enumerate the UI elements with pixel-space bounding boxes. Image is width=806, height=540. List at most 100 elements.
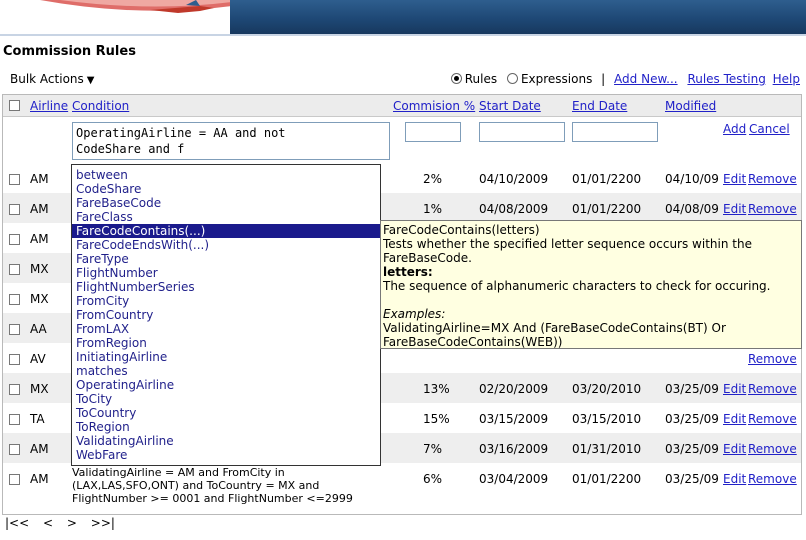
col-start-date[interactable]: Start Date	[479, 99, 541, 113]
remove-link[interactable]: Remove	[748, 412, 797, 426]
autocomplete-option[interactable]: ToRegion	[72, 420, 380, 434]
remove-link[interactable]: Remove	[748, 382, 797, 396]
autocomplete-option[interactable]: ValidatingAirline	[72, 434, 380, 448]
autocomplete-option[interactable]: FromLAX	[72, 322, 380, 336]
autocomplete-option[interactable]: FromCountry	[72, 308, 380, 322]
autocomplete-option[interactable]: FromRegion	[72, 336, 380, 350]
page-title: Commission Rules	[3, 44, 136, 59]
col-end-date[interactable]: End Date	[572, 99, 627, 113]
toolbar-right: Rules Expressions | Add New... Rules Tes…	[450, 72, 800, 86]
header-divider	[0, 34, 806, 36]
end-date-cell: 03/15/2010	[572, 412, 642, 426]
radio-expressions[interactable]	[506, 73, 518, 84]
airline-cell: AM	[30, 172, 49, 186]
cancel-button[interactable]: Cancel	[749, 122, 790, 136]
airline-cell: MX	[30, 382, 49, 396]
remove-link[interactable]: Remove	[748, 472, 797, 486]
row-checkbox[interactable]	[9, 204, 20, 215]
tooltip-example: ValidatingAirline=MX And (FareBaseCodeCo…	[383, 321, 726, 349]
end-date-cell: 03/20/2010	[572, 382, 642, 396]
autocomplete-option[interactable]: FareClass	[72, 210, 380, 224]
edit-link[interactable]: Edit	[723, 172, 746, 186]
radio-rules[interactable]	[450, 73, 462, 84]
autocomplete-option[interactable]: FareCodeEndsWith(...)	[72, 238, 380, 252]
remove-link[interactable]: Remove	[748, 172, 797, 186]
edit-link[interactable]: Edit	[723, 382, 746, 396]
row-checkbox[interactable]	[9, 264, 20, 275]
remove-link[interactable]: Remove	[748, 202, 797, 216]
col-commission[interactable]: Commision %	[393, 99, 475, 113]
prev-page-button[interactable]: <	[43, 516, 53, 530]
function-tooltip: FareCodeContains(letters) Tests whether …	[380, 220, 802, 349]
autocomplete-option[interactable]: FromCity	[72, 294, 380, 308]
airline-cell: MX	[30, 262, 49, 276]
commission-input[interactable]	[405, 122, 461, 142]
autocomplete-option[interactable]: FareBaseCode	[72, 196, 380, 210]
last-page-button[interactable]: >>|	[91, 516, 115, 530]
edit-link[interactable]: Edit	[723, 412, 746, 426]
grid-header: Airline Condition Commision % Start Date…	[3, 95, 801, 117]
start-date-cell: 02/20/2009	[479, 382, 549, 396]
select-all-checkbox[interactable]	[9, 100, 20, 111]
autocomplete-option[interactable]: ToCity	[72, 392, 380, 406]
autocomplete-option[interactable]: FlightNumberSeries	[72, 280, 380, 294]
row-checkbox[interactable]	[9, 324, 20, 335]
start-date-input[interactable]	[479, 122, 565, 142]
row-checkbox[interactable]	[9, 414, 20, 425]
autocomplete-option[interactable]: CodeShare	[72, 182, 380, 196]
start-date-cell: 03/04/2009	[479, 472, 549, 486]
modified-cell: 04/10/09	[665, 172, 719, 186]
row-checkbox[interactable]	[9, 234, 20, 245]
tooltip-examples-label: Examples:	[383, 307, 446, 321]
airline-cell: AM	[30, 232, 49, 246]
rules-testing-link[interactable]: Rules Testing	[687, 72, 765, 86]
autocomplete-option[interactable]: ToCountry	[72, 406, 380, 420]
modified-cell: 03/25/09	[665, 382, 719, 396]
commission-cell: 15%	[423, 412, 450, 426]
header-banner	[0, 0, 806, 34]
commission-cell: 1%	[423, 202, 443, 216]
add-new-link[interactable]: Add New...	[614, 72, 678, 86]
radio-rules-label: Rules	[464, 72, 498, 86]
col-modified[interactable]: Modified	[665, 99, 716, 113]
row-checkbox[interactable]	[9, 384, 20, 395]
autocomplete-option[interactable]: FlightNumber	[72, 266, 380, 280]
end-date-input[interactable]	[572, 122, 658, 142]
bulk-actions-menu[interactable]: Bulk Actions ▼	[10, 72, 94, 86]
edit-link[interactable]: Edit	[723, 472, 746, 486]
autocomplete-option[interactable]: matches	[72, 364, 380, 378]
airline-cell: AM	[30, 472, 49, 486]
help-link[interactable]: Help	[773, 72, 800, 86]
autocomplete-option[interactable]: WebFare	[72, 448, 380, 462]
row-checkbox[interactable]	[9, 444, 20, 455]
row-checkbox[interactable]	[9, 354, 20, 365]
col-condition[interactable]: Condition	[72, 99, 129, 113]
row-checkbox[interactable]	[9, 294, 20, 305]
start-date-cell: 03/15/2009	[479, 412, 549, 426]
autocomplete-option[interactable]: between	[72, 168, 380, 182]
toolbar: Bulk Actions ▼ Rules Expressions | Add Ne…	[0, 68, 806, 92]
start-date-cell: 04/08/2009	[479, 202, 549, 216]
start-date-cell: 04/10/2009	[479, 172, 549, 186]
row-checkbox[interactable]	[9, 174, 20, 185]
row-checkbox[interactable]	[9, 474, 20, 485]
autocomplete-option[interactable]: InitiatingAirline	[72, 350, 380, 364]
edit-link[interactable]: Edit	[723, 202, 746, 216]
modified-cell: 03/25/09	[665, 412, 719, 426]
airline-cell: TA	[30, 412, 45, 426]
first-page-button[interactable]: |<<	[5, 516, 29, 530]
modified-cell: 04/08/09	[665, 202, 719, 216]
next-page-button[interactable]: >	[67, 516, 77, 530]
tooltip-signature: FareCodeContains(letters)	[383, 223, 540, 237]
autocomplete-option[interactable]: OperatingAirline	[72, 378, 380, 392]
condition-input[interactable]: OperatingAirline = AA and not CodeShare …	[72, 122, 390, 160]
edit-link[interactable]: Edit	[723, 442, 746, 456]
airline-cell: AM	[30, 442, 49, 456]
add-button[interactable]: Add	[723, 122, 746, 136]
col-airline[interactable]: Airline	[30, 99, 68, 113]
remove-link[interactable]: Remove	[748, 442, 797, 456]
airline-cell: MX	[30, 292, 49, 306]
remove-link[interactable]: Remove	[748, 352, 797, 366]
autocomplete-option[interactable]: FareType	[72, 252, 380, 266]
autocomplete-option[interactable]: FareCodeContains(...)	[72, 224, 380, 238]
